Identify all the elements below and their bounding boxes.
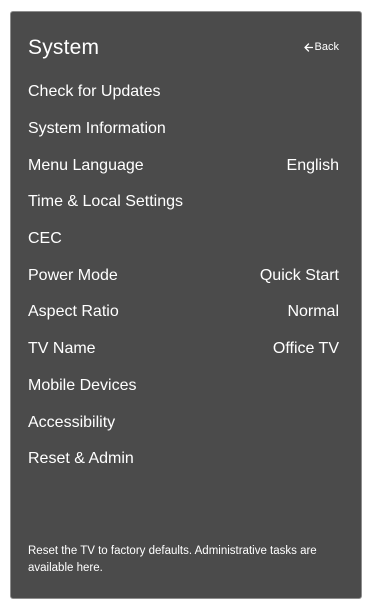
menu-item-value: Normal — [287, 303, 339, 321]
menu-item-time-local-settings[interactable]: Time & Local Settings — [28, 184, 339, 221]
menu-item-aspect-ratio[interactable]: Aspect Ratio Normal — [28, 294, 339, 331]
page-title: System — [28, 36, 100, 59]
back-button[interactable]: Back — [303, 40, 339, 54]
item-description: Reset the TV to factory defaults. Admini… — [28, 545, 317, 574]
menu-item-label: TV Name — [28, 340, 96, 358]
menu-item-value: Office TV — [272, 340, 339, 358]
menu-item-mobile-devices[interactable]: Mobile Devices — [28, 368, 339, 405]
menu-item-label: CEC — [28, 230, 62, 248]
settings-menu: Check for Updates System Information Men… — [28, 74, 339, 478]
menu-item-label: Power Mode — [28, 266, 118, 284]
menu-item-label: Reset & Admin — [28, 450, 134, 468]
menu-item-label: System Information — [28, 120, 166, 138]
back-label: Back — [314, 41, 339, 53]
menu-item-reset-admin[interactable]: Reset & Admin — [28, 441, 339, 478]
menu-item-label: Time & Local Settings — [28, 193, 184, 211]
menu-item-accessibility[interactable]: Accessibility — [28, 404, 339, 441]
menu-item-label: Mobile Devices — [28, 376, 137, 394]
menu-item-label: Check for Updates — [28, 83, 161, 101]
menu-item-menu-language[interactable]: Menu Language English — [28, 147, 339, 184]
back-arrow-icon — [303, 42, 313, 52]
menu-item-system-information[interactable]: System Information — [28, 111, 339, 148]
menu-item-label: Menu Language — [28, 156, 144, 174]
menu-item-power-mode[interactable]: Power Mode Quick Start — [28, 257, 339, 294]
menu-item-label: Accessibility — [28, 413, 116, 431]
menu-item-cec[interactable]: CEC — [28, 221, 339, 258]
system-menu-panel: System Back Check for Updates System Inf… — [10, 11, 362, 599]
panel-header: System Back — [28, 34, 339, 62]
menu-item-value: Quick Start — [259, 266, 339, 284]
menu-item-value: English — [286, 156, 339, 174]
menu-item-tv-name[interactable]: TV Name Office TV — [28, 331, 339, 368]
menu-item-check-for-updates[interactable]: Check for Updates — [28, 74, 339, 111]
menu-item-label: Aspect Ratio — [28, 303, 119, 321]
